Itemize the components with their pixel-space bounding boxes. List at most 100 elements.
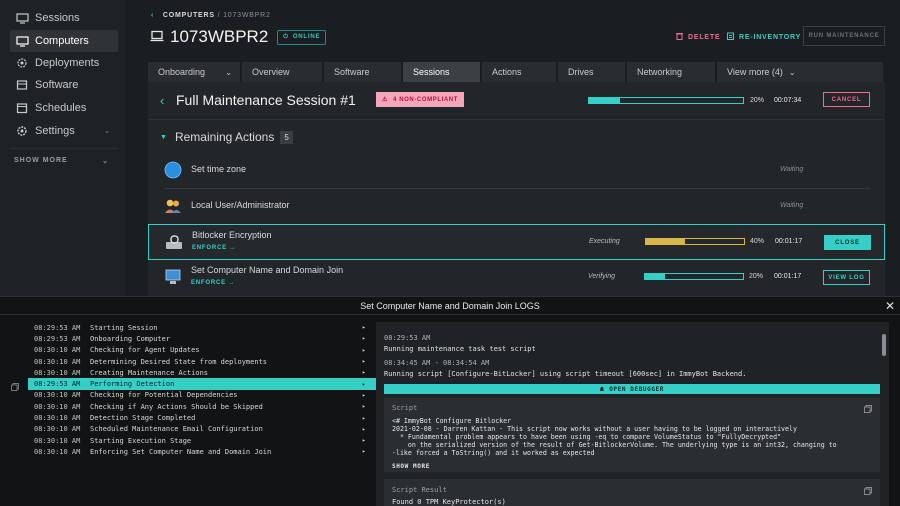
action-status: Waiting — [780, 202, 804, 209]
chevron-right-icon: ▸ — [362, 448, 366, 456]
breadcrumb-root[interactable]: COMPUTERS — [163, 12, 215, 19]
tab-view-more[interactable]: View more (4) ⌄ — [717, 62, 883, 82]
log-timestamp: 08:30:10 AM — [34, 368, 81, 377]
cancel-button[interactable]: CANCEL — [823, 92, 870, 107]
log-message: Performing Detection — [90, 380, 175, 389]
log-entry[interactable]: 08:30:10 AM Determining Desired State fro… — [28, 356, 376, 367]
sidebar-item-software[interactable]: Software — [10, 74, 118, 96]
sidebar-item-deployments[interactable]: Deployments — [10, 52, 118, 74]
copy-icon[interactable] — [864, 404, 872, 413]
users-icon — [164, 197, 182, 215]
close-icon[interactable]: ✕ — [885, 299, 895, 313]
chevron-right-icon: ▸ — [362, 324, 366, 332]
action-progress-bar — [644, 273, 744, 280]
tab-networking[interactable]: Networking — [627, 62, 715, 82]
log-message: Checking if Any Actions Should be Skippe… — [90, 402, 263, 411]
reinventory-button[interactable]: RE-INVENTORY — [727, 32, 801, 42]
chevron-right-icon: ▸ — [362, 358, 366, 366]
chevron-right-icon: ▸ — [362, 391, 366, 399]
log-timestamp: 08:30:10 AM — [34, 402, 81, 411]
show-more-toggle[interactable]: SHOW MORE ⌄ — [14, 157, 109, 165]
tab-label: Onboarding — [158, 67, 206, 77]
log-entry[interactable]: 08:30:10 AM Enforcing Set Computer Name a… — [28, 446, 376, 457]
cancel-label: CANCEL — [831, 96, 862, 103]
chevron-right-icon: ▸ — [362, 335, 366, 343]
show-more-link[interactable]: SHOW MORE — [392, 463, 430, 470]
power-icon: ⏻ — [283, 33, 289, 40]
enforce-link[interactable]: ENFORCE → — [192, 245, 236, 251]
log-entry[interactable]: 08:30:10 AM Checking if Any Actions Shoul… — [28, 401, 376, 412]
remaining-count-badge: 5 — [280, 130, 293, 144]
sidebar-item-label: Settings — [35, 125, 75, 137]
tab-onboarding[interactable]: Onboarding ⌄ — [148, 62, 240, 82]
delete-button[interactable]: DELETE — [676, 32, 720, 42]
clipboard-icon — [727, 32, 734, 42]
globe-icon — [164, 161, 182, 179]
open-debugger-label: OPEN DEBUGGER — [609, 385, 664, 393]
copy-icon[interactable] — [864, 486, 872, 495]
log-entry[interactable]: 08:30:10 AM Starting Execution Stage ▸ — [28, 435, 376, 446]
logs-modal: Set Computer Name and Domain Join LOGS ✕… — [0, 296, 900, 506]
log-timestamp: 08:30:10 AM — [34, 346, 81, 355]
log-message: Starting Execution Stage — [90, 436, 192, 445]
tab-overview[interactable]: Overview — [242, 62, 322, 82]
chevron-left-icon[interactable]: ‹ — [160, 93, 164, 108]
action-elapsed-time: 00:01:17 — [775, 238, 803, 245]
tab-software[interactable]: Software — [324, 62, 401, 82]
log-entry[interactable]: 08:30:10 AM Detection Stage Completed ▸ — [28, 412, 376, 423]
chevron-right-icon: ▸ — [362, 425, 366, 433]
chevron-down-icon: ⌄ — [225, 67, 232, 77]
modal-title: Set Computer Name and Domain Join LOGS — [0, 297, 900, 315]
tab-label: Actions — [492, 67, 522, 77]
run-maintenance-button[interactable]: RUN MAINTENANCE — [803, 26, 885, 46]
action-row-local-user-administrator[interactable]: Local User/Administrator Waiting — [148, 189, 885, 223]
log-entry[interactable]: 08:30:10 AM Checking for Agent Updates ▸ — [28, 345, 376, 356]
log-list: 08:29:53 AM Starting Session ▸ 08:29:53 AM O… — [28, 322, 376, 458]
tab-sessions[interactable]: Sessions — [403, 62, 480, 82]
log-entry[interactable]: 08:29:53 AM Starting Session ▸ — [28, 322, 376, 333]
action-row-set-time-zone[interactable]: Set time zone Waiting — [148, 153, 885, 187]
session-progress-percent: 20% — [750, 97, 765, 104]
log-timestamp: 08:29:53 AM — [34, 380, 81, 389]
log-entry[interactable]: 08:29:53 AM Performing Detection ▸ — [28, 378, 376, 390]
reinventory-label: RE-INVENTORY — [739, 33, 802, 41]
sidebar-item-schedules[interactable]: Schedules — [10, 97, 118, 119]
chevron-right-icon: ▸ — [362, 369, 366, 377]
log-timestamp: 08:30:10 AM — [34, 436, 81, 445]
tab-label: Drives — [568, 67, 594, 77]
copy-icon[interactable] — [11, 382, 19, 391]
open-debugger-button[interactable]: ☗ OPEN DEBUGGER — [384, 384, 880, 394]
tab-label: View more (4) — [727, 67, 783, 77]
log-timestamp: 08:29:53 AM — [34, 323, 81, 332]
enforce-link[interactable]: ENFORCE → — [191, 280, 235, 286]
session-title: Full Maintenance Session #1 — [176, 92, 356, 108]
sidebar-item-label: Schedules — [35, 102, 87, 114]
sidebar-item-computers[interactable]: Computers — [10, 30, 118, 52]
script-result-box: Script Result Found 0 TPM KeyProtector(s… — [384, 479, 880, 506]
view-log-label: VIEW LOG — [828, 274, 865, 281]
session-elapsed-time: 00:07:34 — [774, 97, 802, 104]
tab-label: Networking — [637, 67, 683, 77]
tab-drives[interactable]: Drives — [558, 62, 625, 82]
log-entry[interactable]: 08:30:10 AM Checking for Potential Depend… — [28, 390, 376, 401]
sidebar-item-settings[interactable]: Settings ⌄ — [10, 120, 118, 142]
close-button[interactable]: CLOSE — [824, 235, 871, 250]
action-status: Waiting — [780, 166, 804, 173]
detail-timestamp: 08:29:53 AM — [384, 334, 431, 342]
sidebar-item-sessions[interactable]: Sessions — [10, 7, 118, 29]
tab-actions[interactable]: Actions — [482, 62, 556, 82]
log-timestamp: 08:30:10 AM — [34, 391, 81, 400]
log-entry[interactable]: 08:30:10 AM Creating Maintenance Actions ▸ — [28, 367, 376, 378]
chevron-left-icon[interactable]: ‹ — [151, 12, 154, 19]
chevron-down-icon: ⌄ — [102, 158, 109, 165]
log-entry[interactable]: 08:29:53 AM Onboarding Computer ▸ — [28, 333, 376, 344]
script-result-text: Found 0 TPM KeyProtector(s) — [392, 498, 506, 506]
computer-name: 1073WBPR2 — [170, 27, 269, 46]
view-log-button[interactable]: VIEW LOG — [823, 270, 870, 285]
scrollbar[interactable] — [882, 334, 886, 356]
remaining-actions-toggle[interactable]: ▼ Remaining Actions 5 — [160, 130, 293, 144]
log-entry[interactable]: 08:30:10 AM Scheduled Maintenance Email C… — [28, 424, 376, 435]
action-row-set-computer-name[interactable]: Set Computer Name and Domain Join ENFORC… — [148, 260, 885, 294]
action-row-bitlocker-encryption[interactable]: Bitlocker Encryption ENFORCE → Executing… — [148, 224, 885, 260]
breadcrumb: ‹ COMPUTERS / 1073WBPR2 — [151, 12, 271, 19]
